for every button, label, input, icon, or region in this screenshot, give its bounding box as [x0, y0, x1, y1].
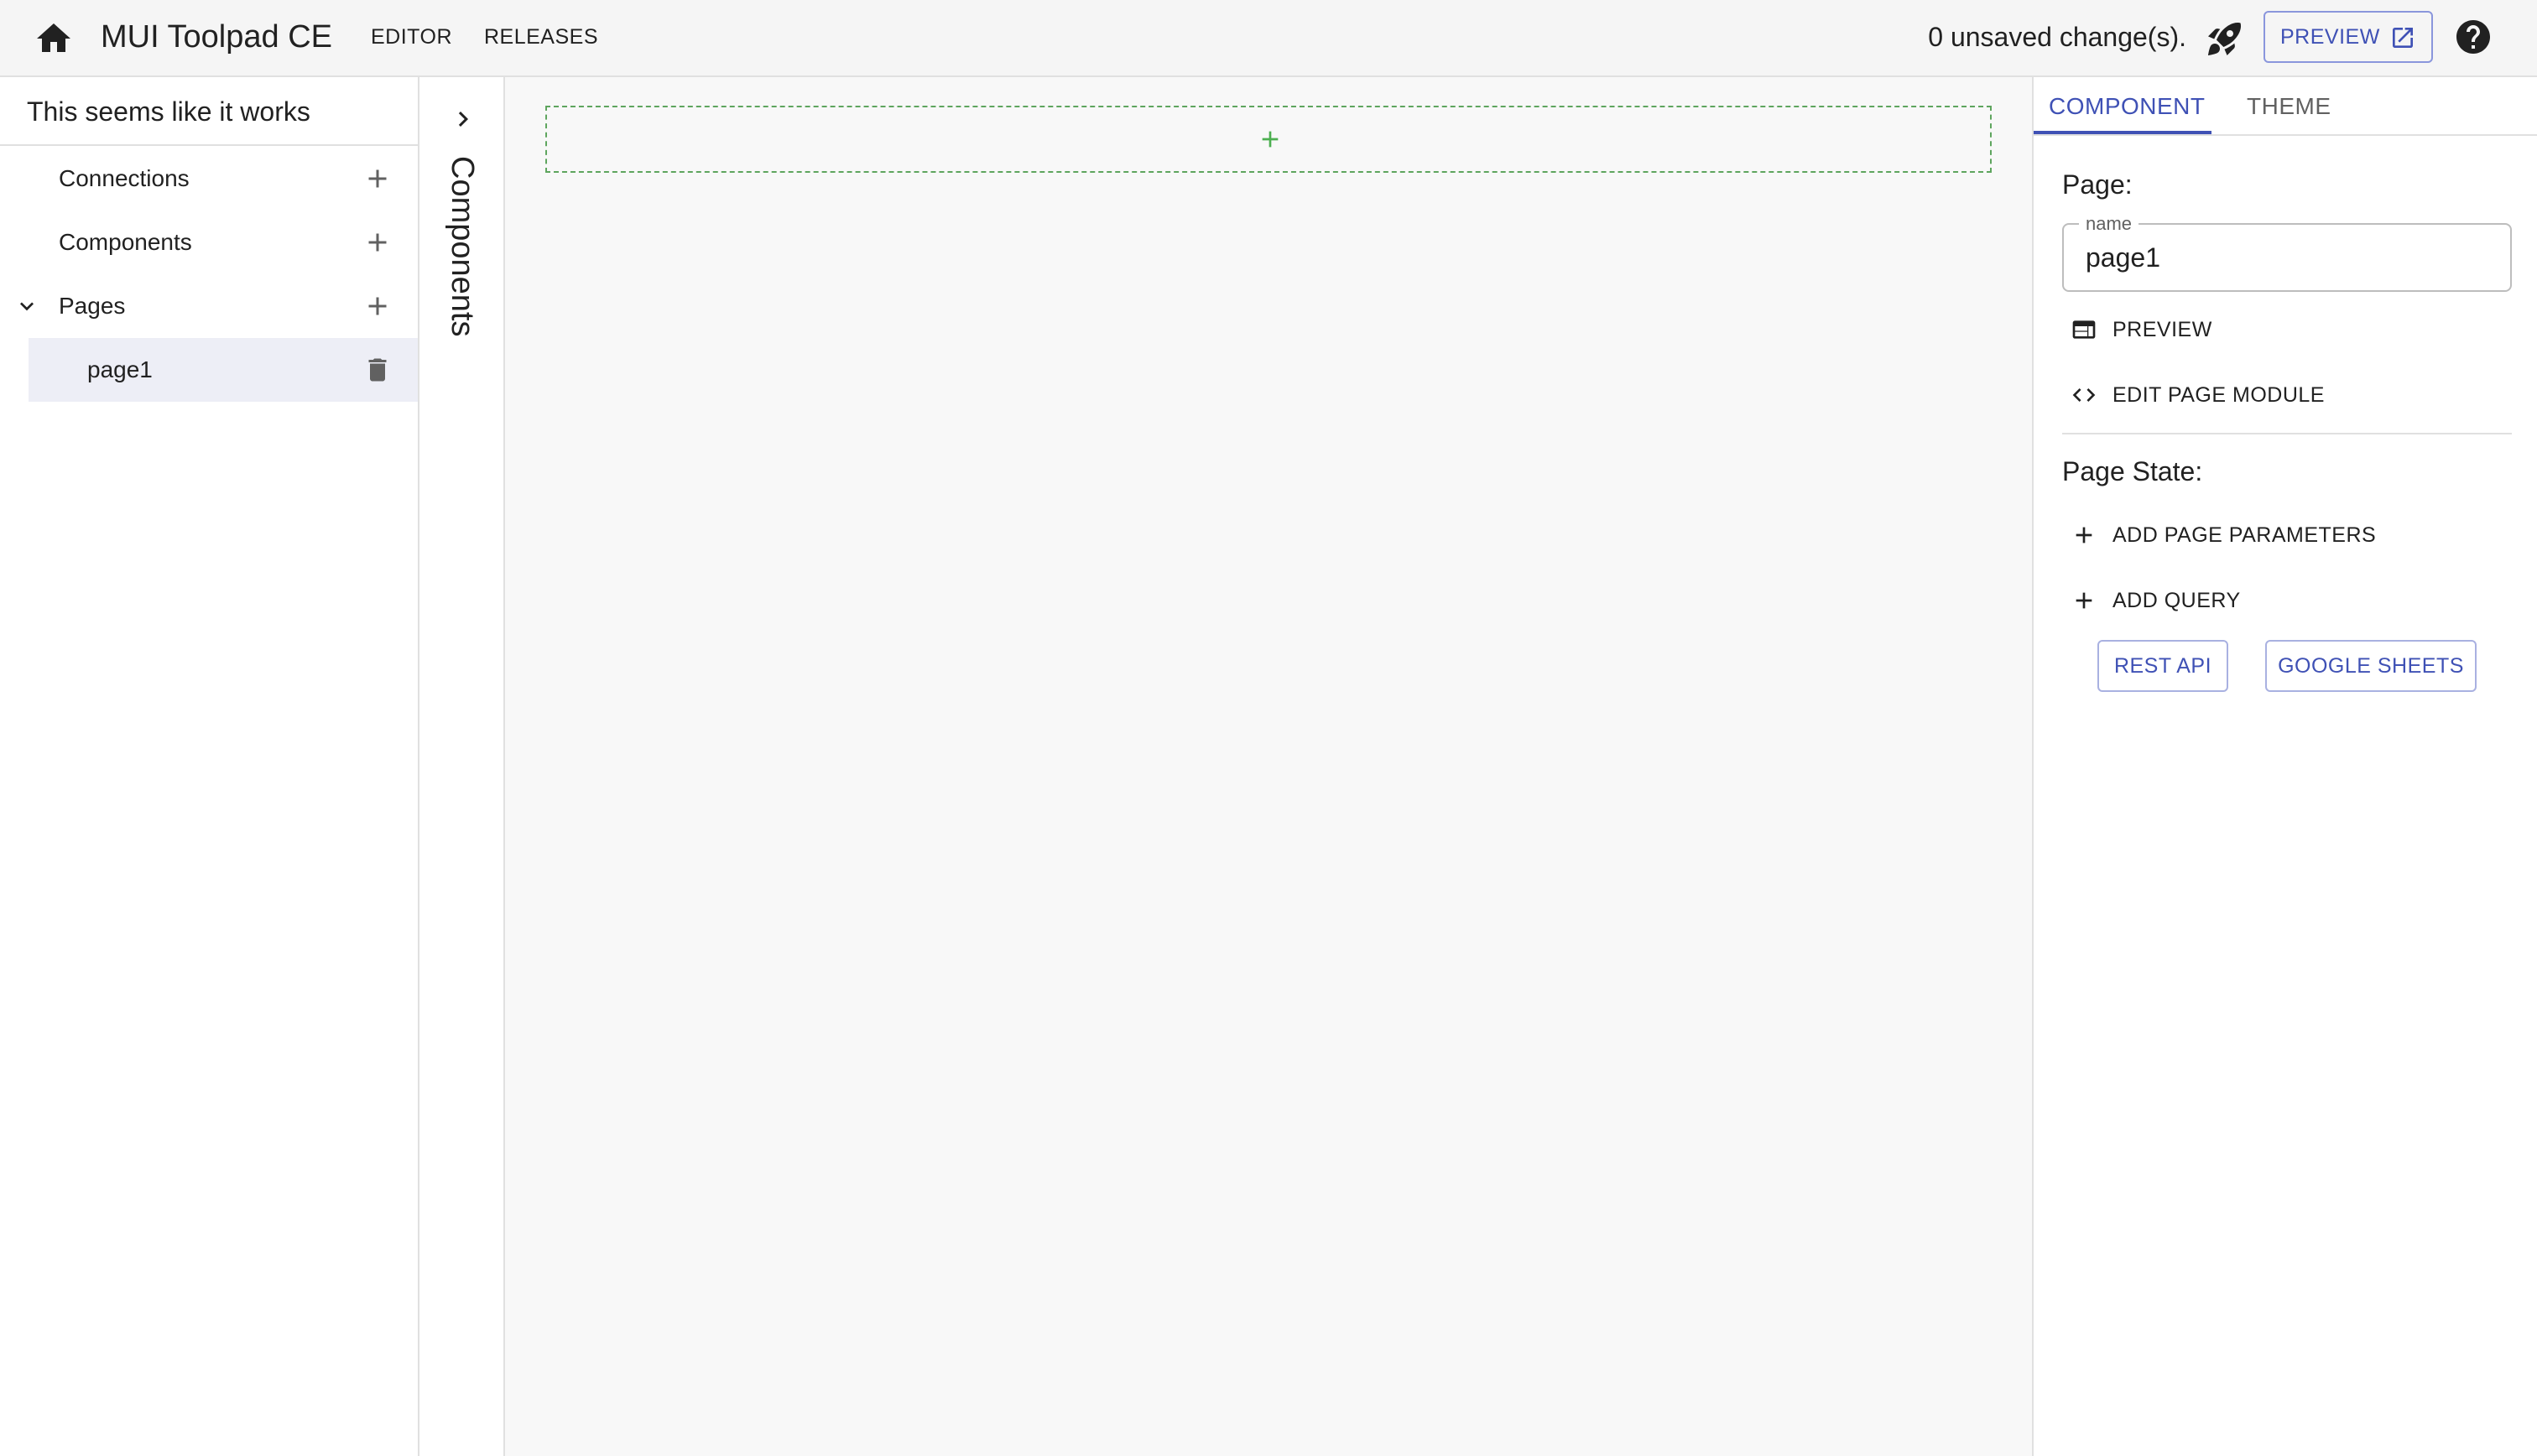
page-preview-button[interactable]: PREVIEW	[2062, 304, 2415, 356]
page-name-input[interactable]: page1	[2086, 225, 2160, 290]
sidebar-item-label: page1	[87, 356, 153, 382]
page-state-label: Page State:	[2062, 456, 2203, 486]
unsaved-changes-status: 0 unsaved change(s).	[1928, 22, 2186, 52]
page-canvas	[505, 77, 2032, 1456]
components-panel-label[interactable]: Components	[445, 156, 480, 336]
plus-icon[interactable]	[362, 227, 393, 257]
chevron-right-icon[interactable]	[448, 104, 478, 134]
home-icon[interactable]	[34, 18, 74, 59]
google-sheets-button[interactable]: GOOGLE SHEETS	[2265, 640, 2477, 692]
sidebar-item-connections[interactable]: Connections	[0, 147, 418, 211]
code-icon	[2071, 382, 2097, 408]
nav-releases-button[interactable]: RELEASES	[484, 18, 598, 55]
page-name-field[interactable]: name page1	[2062, 213, 2512, 292]
tab-indicator	[2034, 131, 2211, 134]
app-bar: MUI Toolpad CE EDITOR RELEASES 0 unsaved…	[0, 0, 2537, 77]
plus-icon	[1257, 126, 1284, 153]
nav-editor-button[interactable]: EDITOR	[371, 18, 452, 55]
chevron-down-icon[interactable]	[13, 293, 40, 320]
open-in-new-icon	[2389, 24, 2416, 51]
page-section-label: Page:	[2062, 169, 2133, 200]
sidebar-item-components[interactable]: Components	[0, 211, 418, 274]
section-divider	[2062, 433, 2512, 434]
tab-component[interactable]: COMPONENT	[2049, 77, 2206, 134]
app-name: This seems like it works	[0, 77, 418, 146]
sidebar-item-pages[interactable]: Pages	[0, 274, 418, 338]
sidebar-item-page1[interactable]: page1	[29, 338, 418, 402]
rest-api-button[interactable]: REST API	[2097, 640, 2228, 692]
component-drop-zone[interactable]	[545, 106, 1992, 173]
add-query-button[interactable]: ADD QUERY	[2062, 575, 2415, 627]
add-page-parameters-button[interactable]: ADD PAGE PARAMETERS	[2062, 509, 2415, 561]
inspector-panel: COMPONENT THEME Page: name page1 PREVIEW…	[2032, 77, 2537, 1456]
plus-icon	[2071, 587, 2097, 614]
sidebar-item-label: Components	[59, 229, 192, 255]
delete-icon[interactable]	[362, 355, 393, 385]
page-preview-label: PREVIEW	[2112, 318, 2212, 341]
hierarchy-sidebar: This seems like it works Connections Com…	[0, 77, 419, 1456]
preview-button-label: PREVIEW	[2280, 25, 2380, 49]
tab-theme[interactable]: THEME	[2247, 77, 2331, 134]
inspector-tabs: COMPONENT THEME	[2034, 77, 2537, 136]
edit-page-module-label: EDIT PAGE MODULE	[2112, 383, 2325, 407]
components-panel: Components	[419, 77, 505, 1456]
app-title: MUI Toolpad CE	[101, 19, 332, 55]
plus-icon[interactable]	[362, 164, 393, 194]
help-icon[interactable]	[2453, 17, 2493, 57]
edit-page-module-button[interactable]: EDIT PAGE MODULE	[2062, 369, 2415, 421]
rocket-icon[interactable]	[2205, 18, 2245, 59]
add-page-parameters-label: ADD PAGE PARAMETERS	[2112, 523, 2377, 547]
sidebar-item-label: Pages	[59, 293, 126, 319]
add-query-label: ADD QUERY	[2112, 589, 2241, 612]
plus-icon	[2071, 522, 2097, 549]
web-preview-icon	[2071, 316, 2097, 343]
plus-icon[interactable]	[362, 291, 393, 321]
sidebar-item-label: Connections	[59, 165, 190, 191]
preview-button[interactable]: PREVIEW	[2264, 11, 2433, 63]
